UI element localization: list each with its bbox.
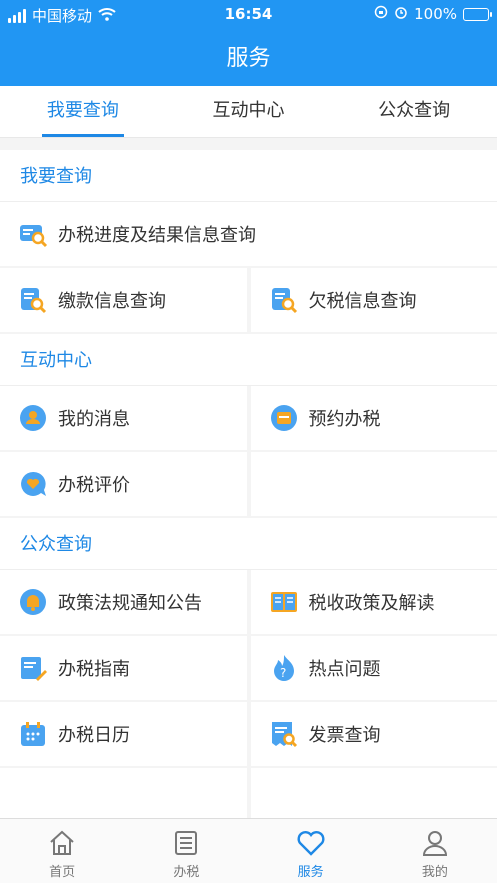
user-icon: [422, 831, 447, 856]
item-label: 办税进度及结果信息查询: [58, 225, 256, 246]
item-tax-guide[interactable]: 办税指南: [0, 636, 247, 700]
nav-mine[interactable]: 我的: [373, 819, 497, 883]
tab-my-query[interactable]: 我要查询: [0, 86, 166, 137]
item-my-messages[interactable]: 我的消息: [0, 386, 247, 450]
item-label: 热点问题: [308, 659, 381, 680]
nav-label: 服务: [297, 865, 324, 880]
item-label: 办税指南: [58, 659, 130, 680]
page-title: 服务: [226, 46, 271, 71]
progress-search-icon: [18, 219, 48, 249]
item-appointment[interactable]: 预约办税: [250, 386, 497, 450]
item-label: 缴款信息查询: [58, 291, 166, 312]
item-arrears-query[interactable]: 欠税信息查询: [250, 268, 497, 332]
tab-bar: 我要查询 互动中心 公众查询: [0, 86, 497, 138]
nav-label: 我的: [421, 865, 448, 880]
payment-search-icon: [18, 285, 48, 315]
section-title-query: 我要查询: [0, 150, 497, 202]
section-title-public: 公众查询: [0, 518, 497, 570]
top-bar: 中国移动 16:54 100% 服务: [0, 0, 497, 86]
item-label: 税收政策及解读: [308, 593, 435, 614]
rotation-lock-icon: [374, 5, 388, 23]
tab-public-query[interactable]: 公众查询: [331, 86, 497, 137]
svg-text:?: ?: [280, 666, 286, 680]
item-label: 预约办税: [308, 409, 381, 430]
empty-cell: [250, 768, 497, 818]
item-hot-topics[interactable]: ? 热点问题: [250, 636, 497, 700]
item-label: 办税评价: [58, 475, 130, 496]
item-label: 发票查询: [308, 725, 381, 746]
open-book-icon: [269, 587, 299, 617]
item-label: 我的消息: [58, 409, 130, 430]
bottom-navigation: 首页 办税 服务 我的: [0, 818, 497, 883]
heart-icon: [297, 831, 325, 856]
service-list: 我要查询 办税进度及结果信息查询 缴款信息查询 欠税信息查询 互动中心 我的消息…: [0, 150, 497, 818]
user-message-icon: [18, 403, 48, 433]
guide-pencil-icon: [18, 653, 48, 683]
tab-interaction-center[interactable]: 互动中心: [166, 86, 332, 137]
nav-label: 办税: [173, 865, 200, 880]
alarm-icon: [394, 5, 408, 23]
item-tax-policy-interpretation[interactable]: 税收政策及解读: [250, 570, 497, 634]
bell-icon: [18, 587, 48, 617]
item-policy-notice[interactable]: 政策法规通知公告: [0, 570, 247, 634]
invoice-search-icon: [269, 719, 299, 749]
list-icon: [175, 831, 198, 855]
item-tax-evaluation[interactable]: 办税评价: [0, 452, 247, 516]
status-bar: 中国移动 16:54 100%: [0, 0, 497, 28]
flame-question-icon: ?: [269, 653, 299, 683]
item-payment-query[interactable]: 缴款信息查询: [0, 268, 247, 332]
item-invoice-query[interactable]: 发票查询: [250, 702, 497, 766]
calendar-icon: [18, 719, 48, 749]
partially-hidden-item[interactable]: [0, 768, 247, 818]
heart-chat-icon: [18, 469, 48, 499]
nav-tax[interactable]: 办税: [124, 819, 248, 883]
empty-cell: [250, 452, 497, 516]
item-label: 办税日历: [58, 725, 130, 746]
nav-home[interactable]: 首页: [0, 819, 124, 883]
battery-percent: 100%: [414, 5, 457, 23]
item-label: 政策法规通知公告: [58, 593, 202, 614]
section-title-interact: 互动中心: [0, 334, 497, 386]
nav-service[interactable]: 服务: [249, 819, 373, 883]
arrears-search-icon: [269, 285, 299, 315]
battery-icon: [463, 7, 492, 21]
calendar-appointment-icon: [269, 403, 299, 433]
item-label: 欠税信息查询: [308, 291, 417, 312]
item-tax-progress-query[interactable]: 办税进度及结果信息查询: [0, 202, 497, 266]
nav-label: 首页: [49, 865, 76, 880]
item-tax-calendar[interactable]: 办税日历: [0, 702, 247, 766]
home-icon: [50, 830, 74, 855]
